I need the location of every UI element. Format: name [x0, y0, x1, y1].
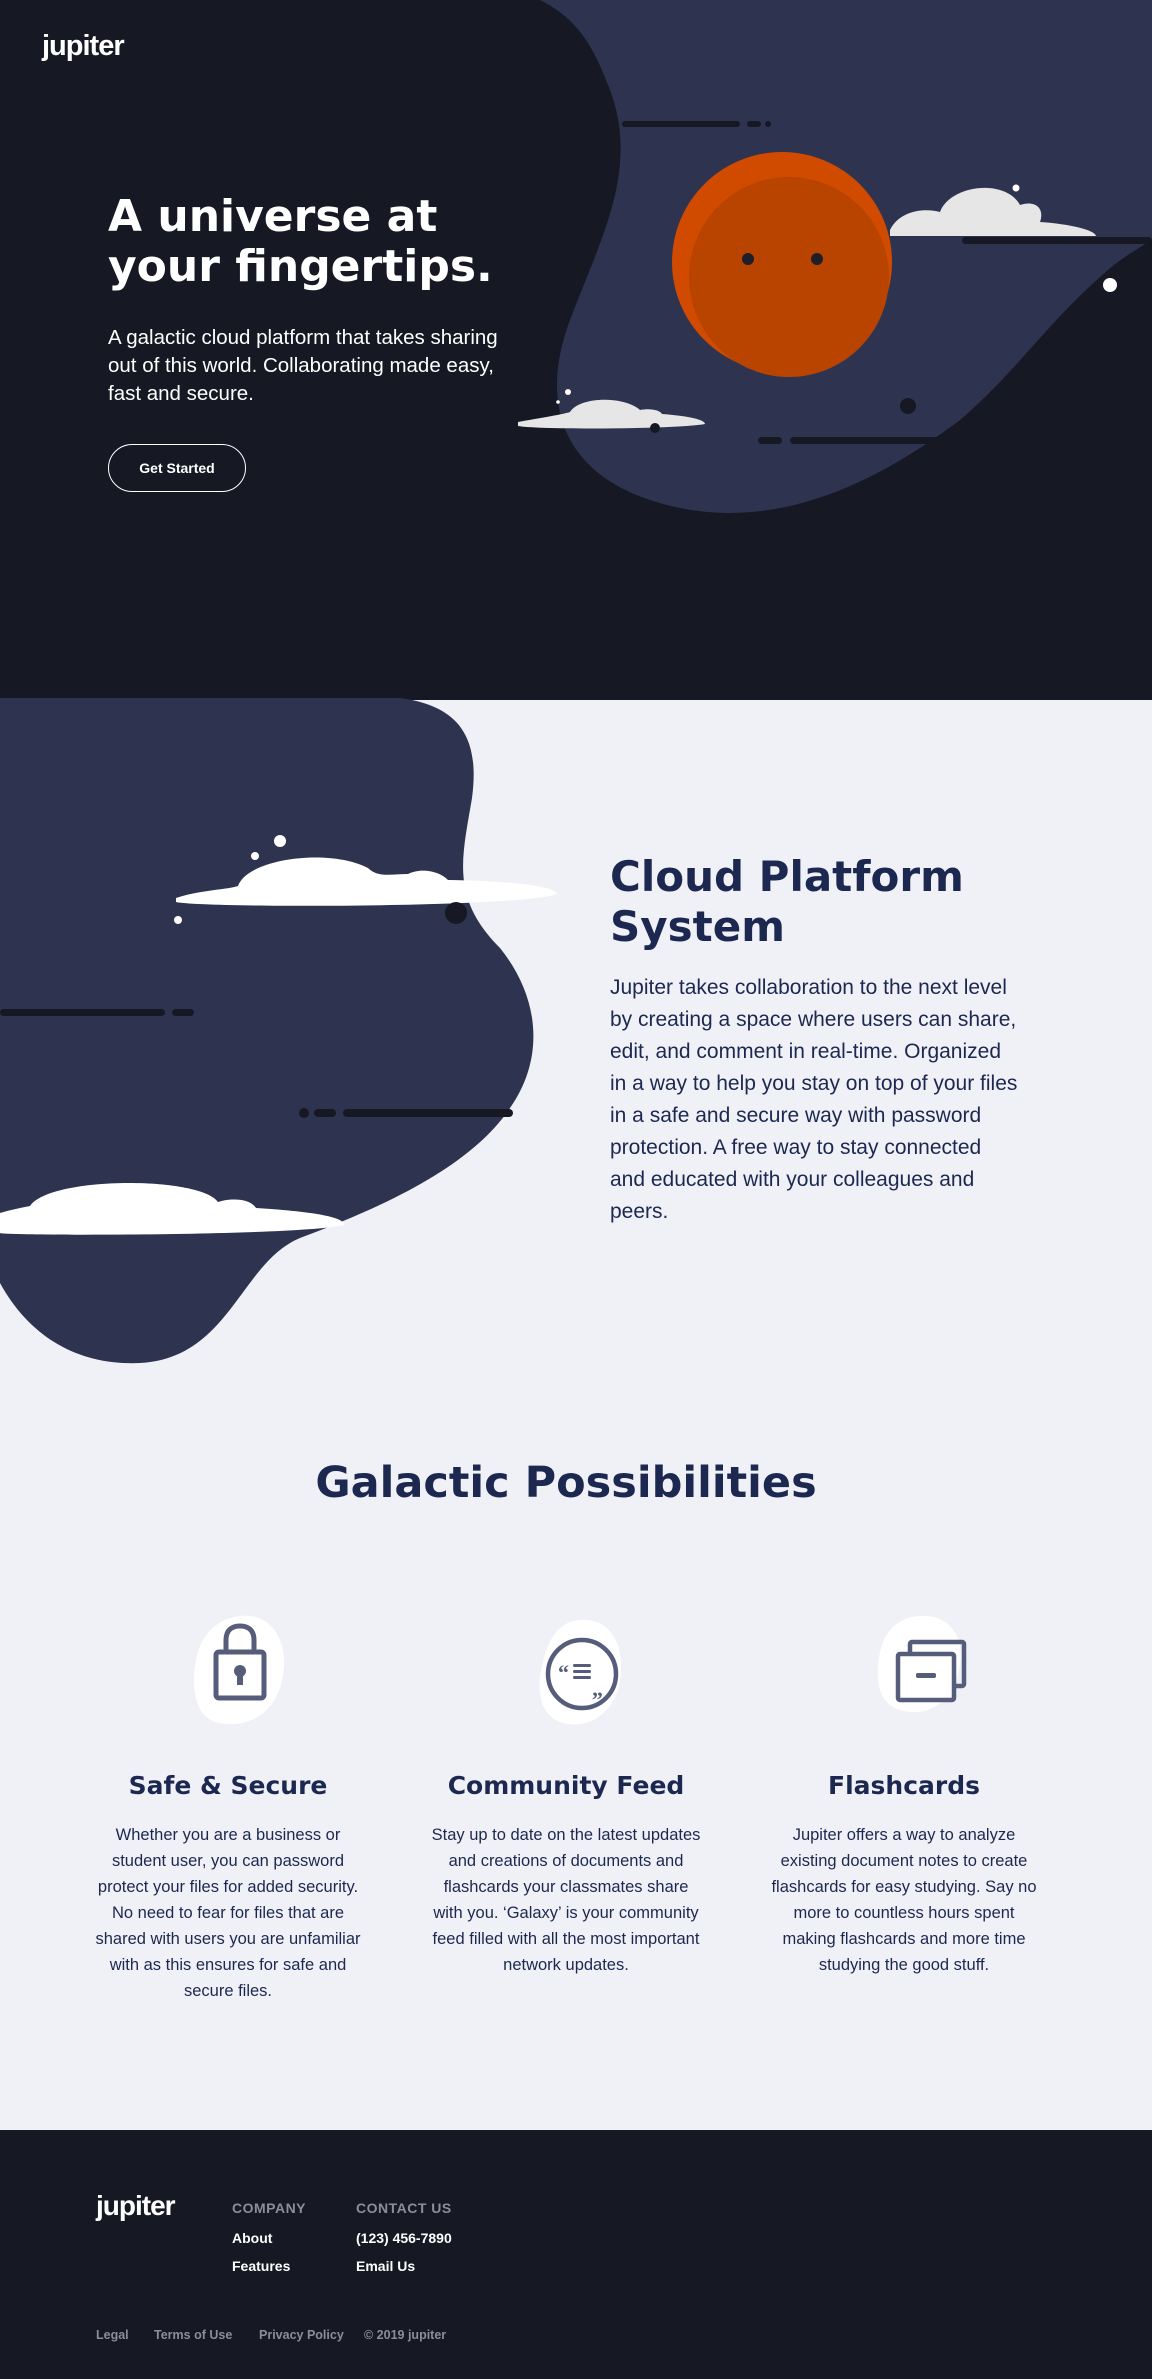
- features-title: Galactic Possibilities: [315, 1458, 817, 1508]
- footer-company-column: COMPANY About Features: [232, 2200, 306, 2276]
- feature-text: Stay up to date on the latest updates an…: [431, 1826, 701, 1974]
- flashcards-icon: [877, 1615, 967, 1712]
- feature-card-flashcards: Flashcards Jupiter offers a way to analy…: [764, 1600, 1044, 1978]
- feature-text: Whether you are a business or student us…: [95, 1826, 361, 2000]
- footer-contact-heading: CONTACT US: [356, 2200, 452, 2216]
- footer-link-legal[interactable]: Legal: [96, 2328, 129, 2342]
- footer-company-heading: COMPANY: [232, 2200, 307, 2216]
- logo[interactable]: jupiter: [42, 30, 125, 63]
- footer-link-about[interactable]: About: [232, 2228, 306, 2248]
- feature-text: Jupiter offers a way to analyze existing…: [771, 1826, 1037, 1974]
- footer-contact-column: CONTACT US (123) 456-7890 Email Us: [356, 2200, 452, 2276]
- cloud-platform-body: Jupiter takes collaboration to the next …: [610, 976, 1018, 1223]
- footer-link-email[interactable]: Email Us: [356, 2256, 452, 2276]
- footer-link-terms[interactable]: Terms of Use: [154, 2328, 232, 2342]
- feature-card-community-feed: “ „ Community Feed Stay up to date on th…: [426, 1600, 706, 1978]
- feature-card-safe-secure: Safe & Secure Whether you are a business…: [88, 1600, 368, 2004]
- svg-text:„: „: [592, 1676, 603, 1701]
- lock-icon: [194, 1615, 285, 1725]
- landing-page: jupiter A universe at your fingertips. A…: [0, 0, 1152, 2379]
- get-started-button[interactable]: Get Started: [108, 444, 246, 492]
- feature-title: Community Feed: [447, 1771, 685, 1800]
- footer-link-features[interactable]: Features: [232, 2256, 306, 2276]
- cloud-platform-title: Cloud Platform System: [610, 852, 964, 951]
- feature-title: Flashcards: [828, 1771, 980, 1800]
- footer-copyright: © 2019 jupiter: [364, 2328, 447, 2342]
- hero-subtitle: A galactic cloud platform that takes sha…: [108, 326, 498, 405]
- quote-icon: “ „: [539, 1619, 622, 1725]
- cloud-platform-illustration: [0, 698, 557, 1364]
- footer-logo[interactable]: jupiter: [96, 2190, 176, 2222]
- svg-text:“: “: [558, 1660, 569, 1685]
- hero-section: jupiter A universe at your fingertips. A…: [0, 0, 1152, 700]
- cloud-blob: [0, 698, 534, 1364]
- footer-link-privacy[interactable]: Privacy Policy: [259, 2328, 344, 2342]
- footer-link-phone[interactable]: (123) 456-7890: [356, 2228, 452, 2248]
- feature-title: Safe & Secure: [128, 1771, 328, 1800]
- hero-title: A universe at your fingertips.: [108, 191, 493, 292]
